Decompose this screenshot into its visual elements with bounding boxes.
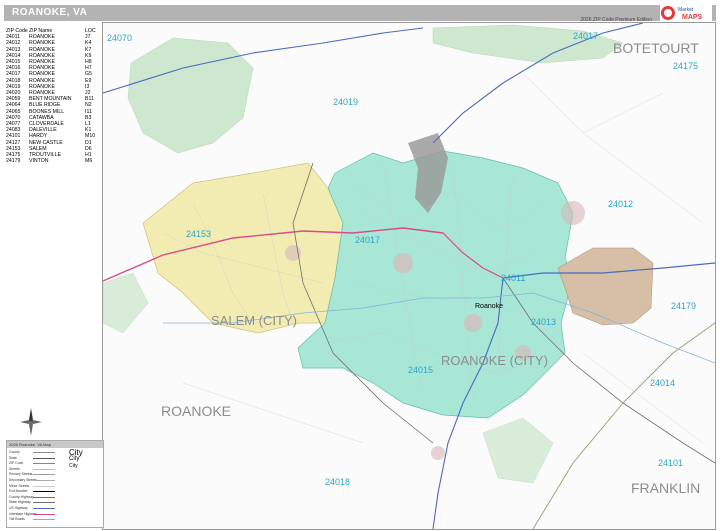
legend-city-sample-2: City	[69, 456, 80, 462]
legend-row-swatch	[33, 463, 55, 465]
legend-row-swatch	[33, 480, 55, 481]
legend-row-swatch	[33, 508, 55, 509]
zip-label-24101: 24101	[658, 458, 683, 468]
legend-row-swatch	[33, 468, 55, 470]
legend-row-label: US Highway	[9, 506, 28, 510]
legend-city-samples: City City City	[69, 449, 83, 470]
zip-label-24017-north: 24017	[573, 31, 598, 41]
legend-row-swatch	[33, 485, 55, 487]
county-label-botetourt: BOTETOURT	[613, 40, 699, 56]
map-legend: 2026 Roanoke, VA Map County State ZIP Code…	[6, 440, 104, 528]
legend-row-label: State Highway	[9, 500, 31, 505]
legend-row-swatch	[33, 452, 55, 453]
legend-row-label: County	[9, 450, 20, 454]
park-6	[431, 446, 445, 460]
zip-label-24175: 24175	[673, 61, 698, 71]
market-maps-logo-icon: Market MAPS	[660, 3, 712, 23]
county-label-franklin: FRANKLIN	[631, 480, 700, 496]
legend-row-swatch	[33, 491, 55, 493]
legend-row-swatch	[33, 496, 55, 498]
zip-label-24017: 24017	[355, 235, 380, 245]
zip-label-24013: 24013	[531, 317, 556, 327]
zip-label-24011: 24011	[501, 273, 525, 283]
zip-label-24019: 24019	[333, 97, 358, 107]
place-label-roanoke: Roanoke	[475, 303, 503, 310]
legend-title: 2026 Roanoke, VA Map	[7, 441, 103, 448]
legend-row-label: Minor Streets	[9, 483, 30, 488]
zip-label-24179: 24179	[671, 301, 696, 311]
map-svg: 24070 24017 24175 24019 24153 24012 2401…	[102, 22, 716, 530]
legend-row-swatch	[33, 474, 55, 476]
zip-code-table: ZIP Code ZIP Name LOC 24011 ROANOKE J7 2401…	[6, 28, 98, 164]
zip-loc-cell: M6	[85, 158, 93, 165]
legend-row-swatch	[33, 513, 55, 515]
zip-label-24014: 24014	[650, 378, 675, 388]
compass-rose-icon	[20, 408, 42, 436]
zip-label-24015: 24015	[408, 365, 433, 375]
svg-text:Market: Market	[678, 7, 694, 13]
zip-table-row: 24179 VINTON M6	[6, 158, 98, 164]
legend-row-label: Toll Roads	[9, 517, 25, 522]
park-1	[393, 253, 413, 273]
legend-row-swatch	[33, 502, 55, 504]
park-3	[561, 201, 585, 225]
legend-row-label: ZIP Code	[9, 461, 24, 466]
zip-code-cell: 24179	[6, 158, 21, 165]
legend-city-sample-1: City	[69, 448, 83, 457]
forest-area-west	[102, 272, 149, 334]
city-label-roanoke: ROANOKE (CITY)	[441, 353, 548, 368]
logo-text: MAPS	[682, 14, 703, 21]
map-canvas[interactable]: 24070 24017 24175 24019 24153 24012 2401…	[102, 22, 716, 530]
salem-city-area	[142, 162, 344, 334]
legend-row-label: Streets	[9, 466, 20, 471]
zip-name-cell: VINTON	[29, 158, 49, 165]
vinton-area	[557, 247, 654, 326]
map-page: ROANOKE, VA 2026 ZIP Code Premium Editio…	[0, 0, 720, 531]
legend-city-sample-3: City	[69, 463, 78, 469]
legend-row-label: Primary Streets	[9, 472, 33, 477]
legend-row-label: County Highway	[9, 494, 34, 499]
forest-area-south	[482, 417, 554, 484]
zip-label-24070: 24070	[107, 33, 132, 43]
zip-label-24018: 24018	[325, 477, 350, 487]
park-2	[464, 314, 482, 332]
zip-label-24012: 24012	[608, 199, 633, 209]
map-title: ROANOKE, VA	[12, 7, 88, 18]
legend-row-label: State	[9, 455, 17, 460]
legend-row-label: Exit Number	[9, 489, 28, 494]
city-label-salem: SALEM (CITY)	[211, 313, 297, 328]
legend-row-swatch	[33, 519, 55, 521]
forest-area-north	[127, 37, 254, 154]
county-label-roanoke: ROANOKE	[161, 403, 231, 419]
zip-label-24153: 24153	[186, 229, 211, 239]
legend-row-swatch	[33, 457, 55, 459]
